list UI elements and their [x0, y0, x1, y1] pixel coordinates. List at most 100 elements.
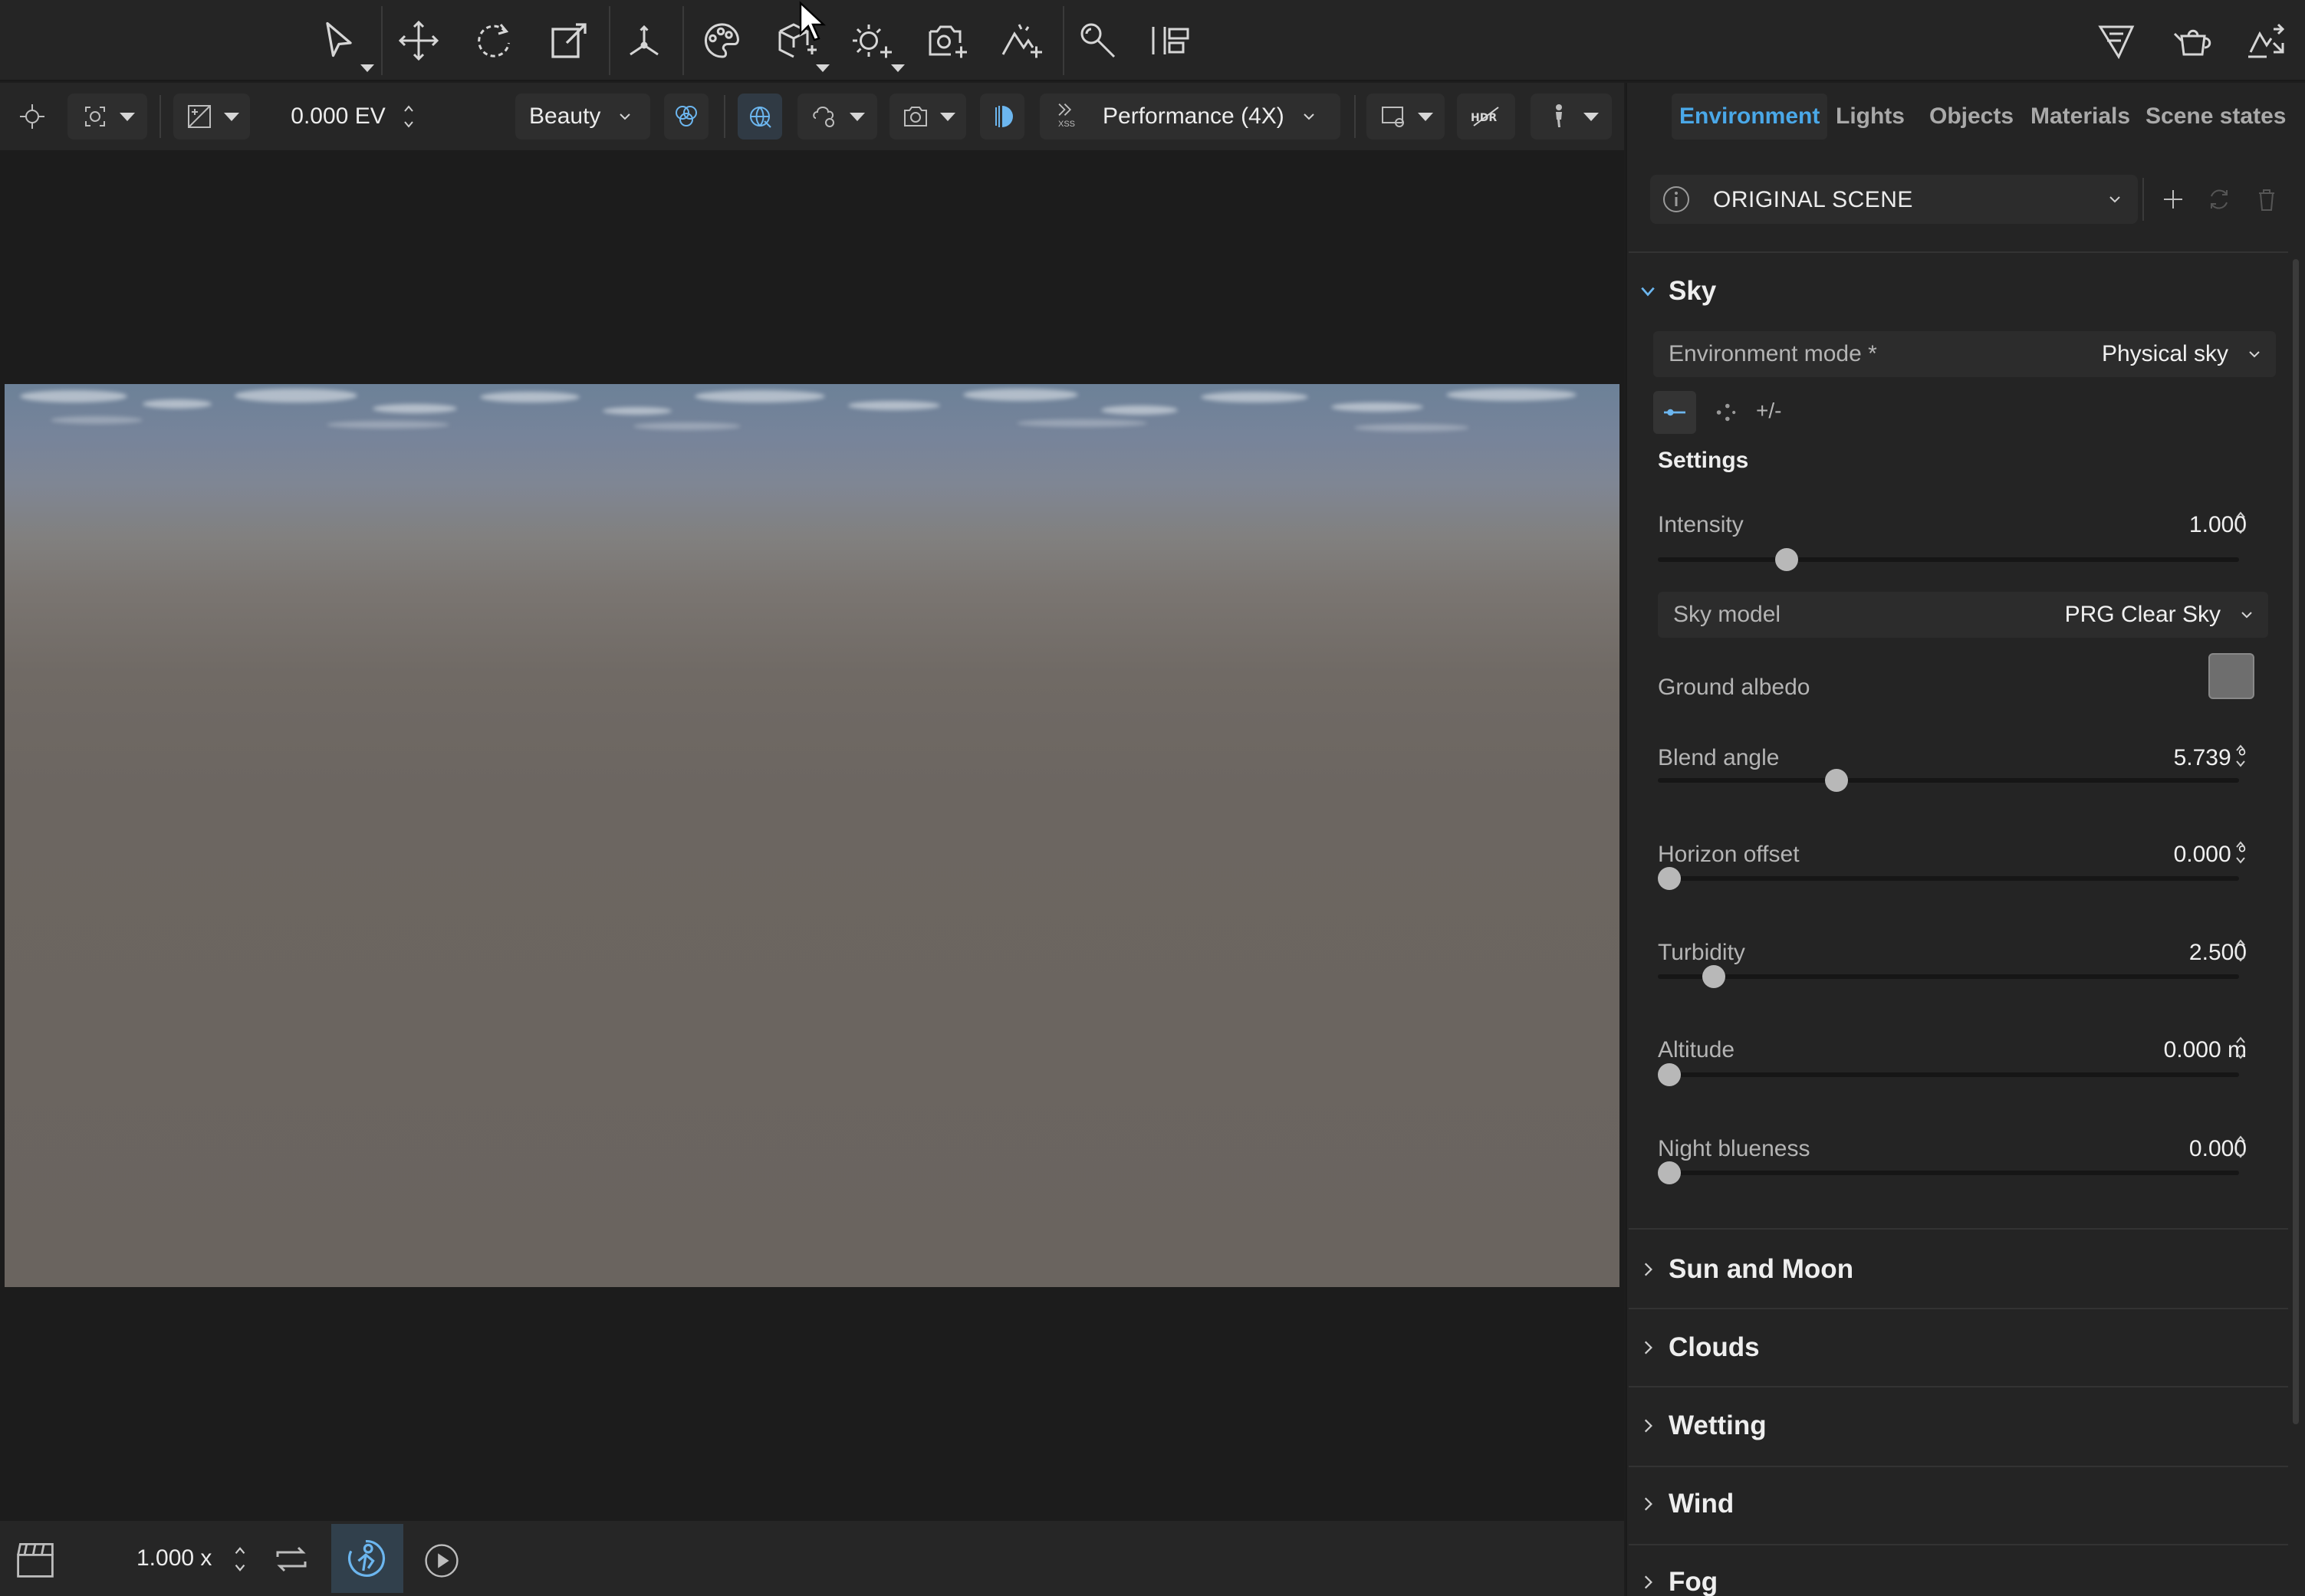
settings-tab-basic[interactable] — [1653, 391, 1696, 434]
trash-icon[interactable] — [2251, 184, 2282, 215]
settings-tab-advanced[interactable] — [1704, 391, 1747, 434]
realtime-runner-icon — [348, 1539, 386, 1577]
chevron-down-icon — [2249, 351, 2260, 358]
night-blueness-slider-knob[interactable] — [1658, 1161, 1681, 1184]
tab-objects[interactable]: Objects — [1922, 94, 2021, 140]
sky-model-select[interactable]: Sky model PRG Clear Sky — [1658, 592, 2268, 638]
render-pass-select[interactable]: Beauty — [515, 94, 650, 140]
info-icon[interactable] — [1661, 184, 1692, 215]
ground-albedo-swatch[interactable] — [2208, 653, 2254, 699]
walk-mode-button[interactable] — [1531, 94, 1612, 140]
raytracing-toggle[interactable] — [738, 94, 782, 140]
render-view[interactable] — [5, 384, 1619, 1287]
horizon-offset-slider-track[interactable] — [1658, 876, 2239, 881]
tab-materials[interactable]: Materials — [2023, 94, 2138, 140]
blend-angle-slider-knob[interactable] — [1825, 769, 1849, 792]
environment-mode-select[interactable]: Environment mode * Physical sky — [1653, 331, 2276, 377]
material-editor-button[interactable] — [690, 10, 751, 71]
stepper-icon[interactable] — [2234, 506, 2247, 540]
environment-gear-icon — [813, 107, 834, 127]
timeline-bar: 1.000 x — [0, 1521, 1624, 1596]
stepper-icon[interactable] — [2234, 1031, 2247, 1065]
align-button[interactable] — [1141, 10, 1202, 71]
tonemapping-button[interactable] — [173, 94, 250, 140]
add-icon[interactable] — [2158, 184, 2188, 215]
chevron-down-icon — [1641, 287, 1655, 297]
exposure-field[interactable]: 0.000 EV — [276, 94, 429, 140]
add-environment-button[interactable] — [991, 10, 1052, 71]
chevron-down-icon — [2241, 612, 2252, 619]
teapot-button[interactable] — [2162, 10, 2224, 71]
channels-icon — [676, 106, 697, 126]
wetting-section-header[interactable]: Wetting — [1639, 1403, 1767, 1449]
person-icon — [1556, 104, 1562, 127]
horizon-offset-slider-knob[interactable] — [1658, 867, 1681, 890]
select-tool-dropdown-icon[interactable] — [360, 64, 374, 72]
panel-scrollbar[interactable] — [2293, 259, 2299, 1424]
stepper-icon[interactable] — [403, 100, 415, 133]
stepper-icon[interactable] — [2234, 836, 2247, 869]
settings-title: Settings — [1658, 448, 1749, 473]
viewport[interactable] — [0, 1, 1624, 1521]
refresh-icon[interactable] — [2204, 184, 2234, 215]
hdr-toggle[interactable]: HDR — [1457, 94, 1515, 140]
sun-and-moon-section-header[interactable]: Sun and Moon — [1639, 1246, 1853, 1292]
move-tool-button[interactable] — [388, 10, 449, 71]
playback-speed-value[interactable]: 1.000 x — [136, 1545, 212, 1571]
display-settings-button[interactable] — [1366, 94, 1445, 140]
stepper-icon[interactable] — [2234, 934, 2247, 967]
vred-logo-button[interactable] — [2086, 10, 2147, 71]
stepper-icon[interactable] — [2234, 739, 2247, 773]
chevron-down-icon — [850, 112, 865, 121]
snap-button[interactable] — [12, 94, 52, 140]
tab-scene-states[interactable]: Scene states — [2138, 94, 2293, 140]
inspector-button[interactable] — [1067, 10, 1129, 71]
environment-mode-value: Physical sky — [2101, 341, 2228, 366]
scale-tool-button[interactable] — [538, 10, 600, 71]
altitude-slider-knob[interactable] — [1658, 1063, 1681, 1086]
blend-angle-slider-track[interactable] — [1658, 778, 2239, 783]
add-light-button[interactable] — [840, 10, 902, 71]
intensity-slider-knob[interactable] — [1774, 548, 1798, 571]
environment-settings-button[interactable] — [797, 94, 877, 140]
settings-tab-offsets[interactable]: +/- — [1756, 399, 1781, 423]
add-light-dropdown-icon[interactable] — [891, 64, 905, 72]
rotate-tool-button[interactable] — [463, 10, 524, 71]
navigation-mode-button[interactable] — [67, 94, 147, 140]
scene-state-select[interactable]: ORIGINAL SCENE — [1650, 175, 2138, 224]
clapperboard-icon — [17, 1543, 54, 1578]
altitude-slider-track[interactable] — [1658, 1072, 2239, 1077]
turbidity-slider-track[interactable] — [1658, 974, 2239, 979]
select-tool-button[interactable] — [308, 10, 370, 71]
clouds-section-header[interactable]: Clouds — [1639, 1325, 1760, 1371]
intensity-label: Intensity — [1658, 512, 1744, 537]
camera-settings-button[interactable] — [889, 94, 966, 140]
stepper-icon[interactable] — [233, 1541, 247, 1578]
add-geometry-dropdown-icon[interactable] — [816, 64, 830, 72]
sky-section-header[interactable]: Sky — [1639, 268, 1716, 314]
realtime-toggle[interactable] — [331, 1524, 403, 1593]
intensity-slider-track[interactable] — [1658, 557, 2239, 562]
play-button[interactable] — [423, 1542, 460, 1579]
pivot-tool-button[interactable] — [613, 10, 675, 71]
tab-environment[interactable]: Environment — [1672, 94, 1828, 140]
scene-panel: Environment Lights Objects Materials Sce… — [1626, 83, 2305, 1596]
mouse-cursor-icon — [799, 1, 827, 41]
clapperboard-button[interactable] — [14, 1538, 60, 1581]
loop-button[interactable] — [268, 1536, 316, 1582]
quality-mode-select[interactable]: XSS Performance (4X) — [1040, 94, 1340, 140]
orbit-icon — [85, 107, 105, 126]
channel-mix-button[interactable] — [664, 94, 709, 140]
tab-lights[interactable]: Lights — [1828, 94, 1912, 140]
wind-section-header[interactable]: Wind — [1639, 1481, 1734, 1527]
stepper-icon[interactable] — [2234, 1130, 2247, 1164]
add-camera-button[interactable] — [916, 10, 977, 71]
split-view-button[interactable] — [980, 94, 1024, 140]
export-button[interactable] — [2236, 10, 2297, 71]
crosshair-icon — [20, 104, 44, 129]
turbidity-slider-knob[interactable] — [1702, 965, 1726, 988]
chevron-down-icon — [1418, 112, 1433, 121]
fog-section-header[interactable]: Fog — [1639, 1559, 1718, 1596]
chevron-right-icon — [1644, 1263, 1652, 1276]
night-blueness-slider-track[interactable] — [1658, 1171, 2239, 1175]
